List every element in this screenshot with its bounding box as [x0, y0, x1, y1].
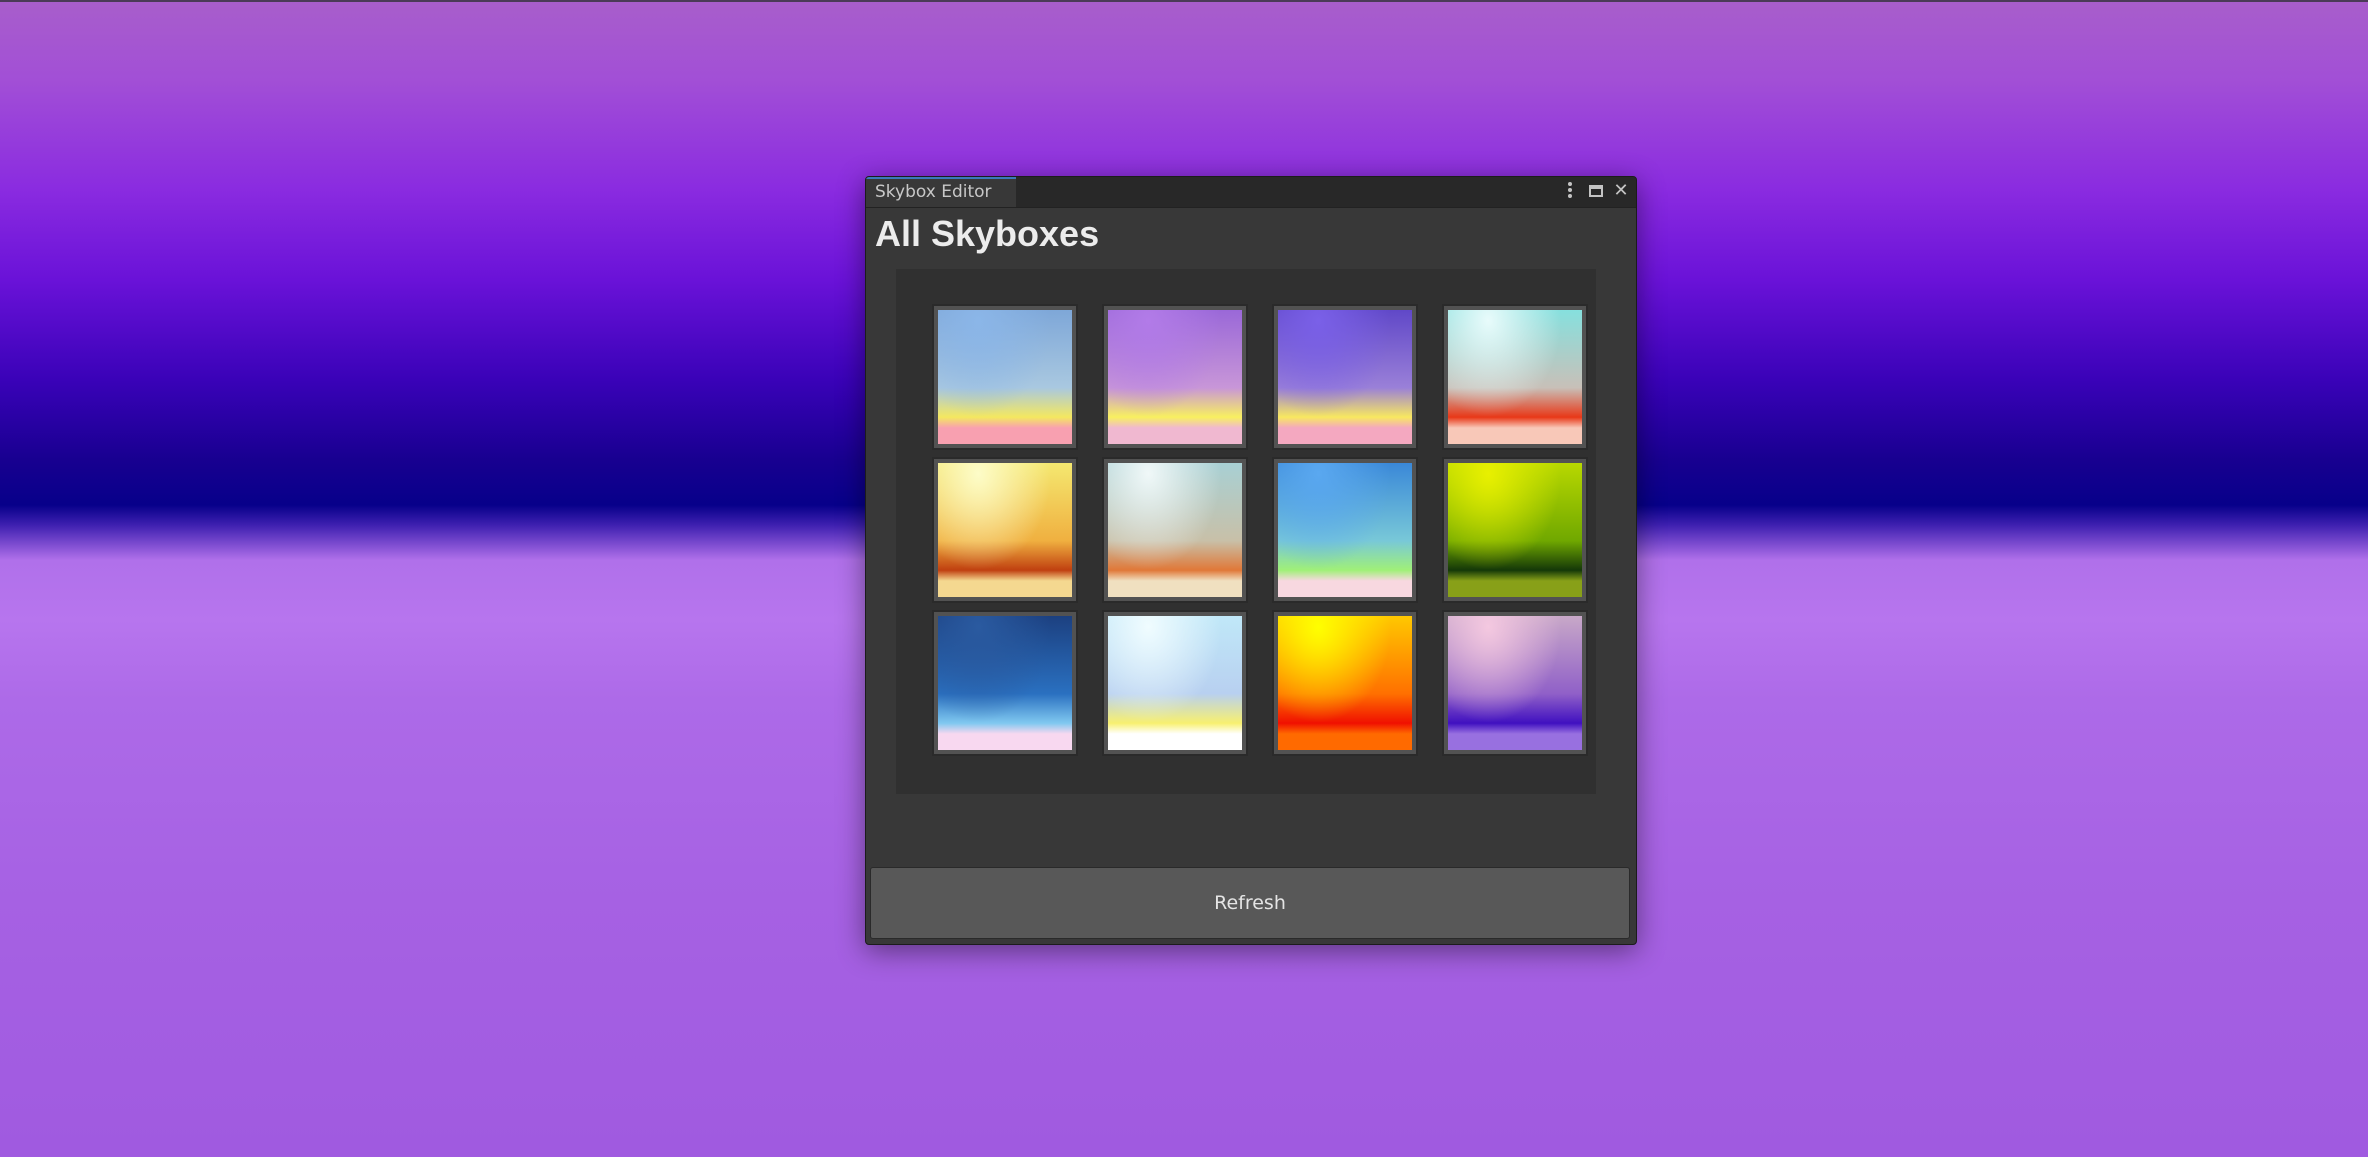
skybox-grid — [932, 304, 1588, 756]
skybox-thumbnail[interactable] — [1102, 610, 1248, 756]
skybox-thumbnail[interactable] — [1272, 304, 1418, 450]
menu-icon[interactable] — [1559, 180, 1581, 202]
skybox-preview-image — [1108, 463, 1242, 597]
skybox-preview-image — [938, 616, 1072, 750]
skybox-preview-image — [1448, 616, 1582, 750]
skybox-thumbnail[interactable] — [1442, 304, 1588, 450]
skybox-preview-image — [938, 463, 1072, 597]
skybox-preview-image — [1448, 463, 1582, 597]
close-icon[interactable]: ✕ — [1610, 180, 1632, 202]
skybox-preview-image — [1108, 310, 1242, 444]
skybox-preview-image — [1278, 616, 1412, 750]
skybox-preview-image — [1108, 616, 1242, 750]
window-titlebar: Skybox Editor ✕ — [866, 177, 1636, 208]
skybox-thumbnail[interactable] — [1102, 457, 1248, 603]
skybox-thumbnail[interactable] — [1272, 610, 1418, 756]
skybox-preview-image — [1278, 310, 1412, 444]
skybox-thumbnail[interactable] — [1102, 304, 1248, 450]
maximize-icon[interactable] — [1585, 180, 1607, 202]
scene-top-border — [0, 0, 2368, 2]
skybox-thumbnail[interactable] — [1442, 457, 1588, 603]
skybox-grid-panel — [896, 269, 1596, 794]
skybox-preview-image — [1448, 310, 1582, 444]
skybox-thumbnail[interactable] — [1272, 457, 1418, 603]
skybox-thumbnail[interactable] — [932, 457, 1078, 603]
page-title: All Skyboxes — [875, 213, 1100, 254]
refresh-button[interactable]: Refresh — [870, 867, 1630, 939]
tab-skybox-editor[interactable]: Skybox Editor — [866, 177, 1016, 207]
skybox-thumbnail[interactable] — [1442, 610, 1588, 756]
skybox-thumbnail[interactable] — [932, 304, 1078, 450]
skybox-thumbnail[interactable] — [932, 610, 1078, 756]
skybox-preview-image — [938, 310, 1072, 444]
skybox-preview-image — [1278, 463, 1412, 597]
skybox-editor-window: Skybox Editor ✕ All Skyboxes Refresh — [865, 176, 1637, 945]
